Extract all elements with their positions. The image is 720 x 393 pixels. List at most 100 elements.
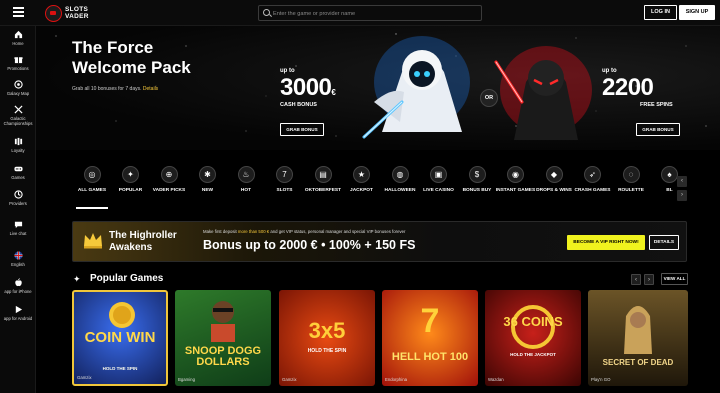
category-new[interactable]: ✱ NEW <box>188 166 228 194</box>
flame-icon: ♨ <box>237 166 255 183</box>
highroller-bonus: Bonus up to 2000 € • 100% + 150 FS <box>203 238 416 252</box>
uk-flag-icon <box>13 251 23 260</box>
live-casino-icon: ▣ <box>430 166 447 183</box>
category-instant-games[interactable]: ◉ INSTANT GAMES <box>496 166 536 194</box>
category-bonus-buy[interactable]: $ BONUS BUY <box>457 166 497 194</box>
category-label: OKTOBERFEST <box>304 188 342 193</box>
highroller-text-2: and get VIP status, personal manager and… <box>270 229 406 234</box>
popular-next-button[interactable]: › <box>644 274 654 285</box>
game-card-snoop-dogg-dollars[interactable]: SNOOP DOGG DOLLARS Bgaming <box>175 290 271 386</box>
category-label: ALL GAMES <box>77 188 107 193</box>
game-provider: Wazdan <box>488 377 504 382</box>
categories-prev-button[interactable]: ‹ <box>677 176 687 187</box>
category-label: CRASH GAMES <box>574 188 611 193</box>
game-card-3x5[interactable]: 3x5 HOLD THE SPIN Gamzix <box>279 290 375 386</box>
become-vip-button[interactable]: BECOME A VIP RIGHT NOW! <box>567 235 645 250</box>
hero-details-link[interactable]: Details <box>143 86 158 92</box>
category-live-casino[interactable]: ▣ LIVE CASINO <box>419 166 459 194</box>
blackjack-icon: ♠ <box>661 166 678 183</box>
category-vader-picks[interactable]: ⊕ VADER PICKS <box>149 166 189 194</box>
sidebar-label: app for iPhone <box>4 289 32 294</box>
game-provider: Gamzix <box>282 377 297 382</box>
popular-prev-button[interactable]: ‹ <box>631 274 641 285</box>
sidebar-item-providers[interactable]: Providers <box>0 190 36 206</box>
jackpot-icon: ★ <box>353 166 370 183</box>
sidebar-item-championships[interactable]: Galactic Championships <box>0 105 36 126</box>
sidebar-item-promotions[interactable]: Promotions <box>0 55 36 71</box>
crown-icon <box>84 233 102 249</box>
sidebar-label: Games <box>11 175 25 180</box>
play-store-icon <box>15 305 22 314</box>
category-drops-wins[interactable]: ◆ DROPS & WINS <box>534 166 574 194</box>
providers-icon <box>13 190 23 199</box>
cash-amount: 3000 <box>280 74 332 101</box>
sidebar-item-android-app[interactable]: app for Android <box>0 305 36 321</box>
game-provider: Gamzix <box>77 375 92 380</box>
game-subtitle: HOLD THE JACKPOT <box>510 352 556 357</box>
map-icon <box>13 80 23 89</box>
category-jackpot[interactable]: ★ JACKPOT <box>342 166 382 194</box>
all-games-icon: ◎ <box>83 166 101 183</box>
category-label: LIVE CASINO <box>423 188 454 193</box>
game-provider: Bgaming <box>178 377 195 382</box>
cash-bonus-amount: 3000€ <box>280 74 336 102</box>
game-title: 36 COINS <box>503 314 563 329</box>
category-label: ROULETTE <box>618 188 644 193</box>
menu-icon[interactable] <box>13 7 24 17</box>
sparkle-icon: ✦ <box>73 274 81 284</box>
grab-free-spins-button[interactable]: GRAB BONUS <box>636 123 680 136</box>
category-all-games[interactable]: ◎ ALL GAMES <box>72 166 112 209</box>
search-input[interactable] <box>273 8 473 19</box>
logo-line2: VADER <box>65 13 89 20</box>
game-title: 3x5 <box>308 318 346 343</box>
sidebar-item-galaxy-map[interactable]: Galaxy Map <box>0 80 36 96</box>
sidebar-label: Galactic Championships <box>3 116 33 126</box>
sidebar-item-iphone-app[interactable]: app for iPhone <box>0 278 36 294</box>
logo-line1: SLOTS <box>65 6 89 13</box>
sidebar-item-home[interactable]: Home <box>0 30 36 46</box>
sidebar-item-games[interactable]: Games <box>0 164 36 180</box>
highroller-text-highlight: more than 500 € <box>237 229 270 234</box>
game-title: SNOOP DOGG DOLLARS <box>184 345 262 368</box>
login-button[interactable]: LOG IN <box>644 5 677 20</box>
logo-text: SLOTS VADER <box>65 6 89 20</box>
highroller-details-button[interactable]: DETAILS <box>649 235 679 250</box>
game-card-secret-of-dead[interactable]: SECRET OF DEAD Play'n GO <box>588 290 688 386</box>
category-roulette[interactable]: ◌ ROULETTE <box>611 166 651 194</box>
sidebar-item-language[interactable]: English <box>0 251 36 267</box>
game-card-36-coins[interactable]: 36 COINS HOLD THE JACKPOT Wazdan <box>485 290 581 386</box>
game-card-hell-hot-100[interactable]: 7 HELL HOT 100 Endorphina <box>382 290 478 386</box>
search-icon <box>263 9 270 16</box>
categories-next-button[interactable]: › <box>677 190 687 201</box>
game-provider: Endorphina <box>385 377 407 382</box>
hero-title: The Force Welcome Pack <box>72 38 191 77</box>
slot-777-icon: 7 <box>276 166 293 183</box>
category-oktoberfest[interactable]: ▤ OKTOBERFEST <box>303 166 343 194</box>
category-label: HALLOWEEN <box>384 188 416 193</box>
category-hot[interactable]: ♨ HOT <box>226 166 266 194</box>
category-label: POPULAR <box>118 188 143 193</box>
loyalty-icon <box>14 137 22 146</box>
gift-icon <box>13 56 23 64</box>
category-slots[interactable]: 7 SLOTS <box>265 166 305 194</box>
sidebar-label: English <box>11 262 25 267</box>
search-box[interactable] <box>258 5 482 21</box>
sidebar-item-live-chat[interactable]: Live chat <box>0 220 36 236</box>
helmet-icon <box>45 4 62 22</box>
rocket-icon: ➶ <box>584 166 601 183</box>
grab-cash-bonus-button[interactable]: GRAB BONUS <box>280 123 324 136</box>
category-halloween[interactable]: ◍ HALLOWEEN <box>380 166 420 194</box>
category-crash-games[interactable]: ➶ CRASH GAMES <box>573 166 613 194</box>
beer-icon: ▤ <box>314 166 332 183</box>
game-provider: Play'n GO <box>591 377 611 382</box>
game-subtitle: HOLD THE SPIN <box>307 348 347 354</box>
sidebar-item-loyalty[interactable]: Loyalty <box>0 137 36 153</box>
category-label: HOT <box>240 188 252 193</box>
game-card-coin-win[interactable]: COIN WIN HOLD THE SPIN Gamzix <box>72 290 168 386</box>
logo[interactable]: SLOTS VADER <box>45 3 105 23</box>
new-icon: ✱ <box>199 166 216 183</box>
signup-button[interactable]: SIGN UP <box>679 5 715 20</box>
sidebar-label: Promotions <box>7 66 29 71</box>
category-popular[interactable]: ✦ POPULAR <box>111 166 151 194</box>
view-all-button[interactable]: VIEW ALL <box>661 273 688 285</box>
